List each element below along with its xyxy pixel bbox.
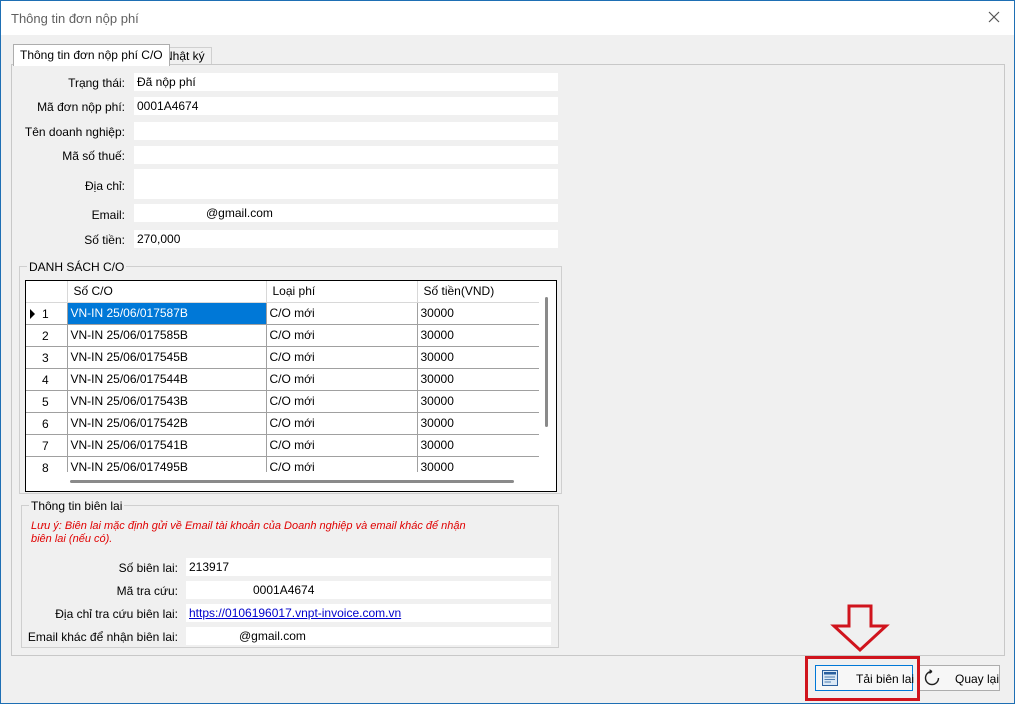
horizontal-scrollbar[interactable] [26, 472, 556, 491]
company-field[interactable] [134, 122, 558, 140]
email-label: Email: [91, 208, 125, 222]
row-header[interactable]: 3 [26, 346, 68, 369]
lookup-code-label: Mã tra cứu: [116, 584, 178, 598]
code-field[interactable]: 0001A4674 [134, 97, 558, 115]
other-email-field[interactable]: @gmail.com [186, 627, 551, 645]
cell-so-tien[interactable]: 30000 [417, 412, 540, 435]
cell-so-co[interactable]: VN-IN 25/06/017585B [67, 324, 267, 347]
receipt-note: Lưu ý: Biên lai mặc định gửi về Email tà… [31, 520, 466, 545]
column-header-loai-phi[interactable]: Loại phí [266, 281, 418, 303]
dialog-window: Thông tin đơn nộp phí Thông tin đơn nộp … [0, 0, 1015, 704]
tax-field[interactable] [134, 146, 558, 164]
amount-label: Số tiền: [84, 233, 125, 247]
column-header-so-co[interactable]: Số C/O [67, 281, 267, 303]
cell-so-co[interactable]: VN-IN 25/06/017541B [67, 434, 267, 457]
code-label: Mã đơn nộp phí: [37, 100, 125, 114]
table-row[interactable]: 2 VN-IN 25/06/017585B C/O mới 30000 [26, 324, 540, 347]
cell-so-tien[interactable]: 30000 [417, 390, 540, 413]
row-header[interactable]: 4 [26, 368, 68, 391]
refresh-icon [924, 669, 940, 686]
tax-label: Mã số thuế: [62, 149, 125, 163]
table-row[interactable]: 5 VN-IN 25/06/017543B C/O mới 30000 [26, 390, 540, 413]
cell-so-tien[interactable]: 30000 [417, 434, 540, 457]
lookup-code-field[interactable]: 0001A4674 [186, 581, 551, 599]
row-header[interactable]: 2 [26, 324, 68, 347]
horizontal-scroll-thumb[interactable] [70, 480, 514, 483]
cell-so-co[interactable]: VN-IN 25/06/017545B [67, 346, 267, 369]
vertical-scrollbar[interactable] [539, 281, 556, 472]
back-label: Quay lại [955, 672, 1000, 686]
cell-loai-phi[interactable]: C/O mới [266, 434, 418, 457]
title-bar: Thông tin đơn nộp phí [1, 1, 1014, 35]
highlight-box [805, 656, 920, 701]
table-row[interactable]: 7 VN-IN 25/06/017541B C/O mới 30000 [26, 434, 540, 457]
receipt-number-field[interactable]: 213917 [186, 558, 551, 576]
cell-so-tien[interactable]: 30000 [417, 324, 540, 347]
email-field[interactable]: @gmail.com [134, 204, 558, 222]
column-header-so-tien[interactable]: Số tiền(VND) [417, 281, 540, 303]
cell-loai-phi[interactable]: C/O mới [266, 368, 418, 391]
current-row-icon [30, 308, 35, 319]
row-header[interactable]: 6 [26, 412, 68, 435]
table-row[interactable]: 1 VN-IN 25/06/017587B C/O mới 30000 [26, 302, 540, 325]
co-list-title: DANH SÁCH C/O [27, 260, 127, 274]
status-label: Trạng thái: [68, 76, 125, 90]
company-label: Tên doanh nghiệp: [24, 125, 125, 139]
cell-loai-phi[interactable]: C/O mới [266, 390, 418, 413]
address-field[interactable] [134, 169, 558, 199]
vertical-scroll-thumb[interactable] [545, 297, 548, 427]
row-header[interactable]: 5 [26, 390, 68, 413]
cell-so-tien[interactable]: 30000 [417, 302, 540, 325]
window-title: Thông tin đơn nộp phí [11, 11, 139, 26]
lookup-url-field[interactable]: https://0106196017.vnpt-invoice.com.vn [186, 604, 551, 622]
receipt-number-label: Số biên lai: [118, 561, 178, 575]
cell-loai-phi[interactable]: C/O mới [266, 302, 418, 325]
down-arrow-icon [830, 604, 890, 653]
cell-so-co[interactable]: VN-IN 25/06/017543B [67, 390, 267, 413]
tab-fee-info[interactable]: Thông tin đơn nộp phí C/O [13, 44, 170, 66]
back-button[interactable]: Quay lại [918, 665, 1000, 691]
cell-so-co[interactable]: VN-IN 25/06/017542B [67, 412, 267, 435]
status-field[interactable]: Đã nộp phí [134, 73, 558, 91]
row-header[interactable]: 7 [26, 434, 68, 457]
close-icon [988, 11, 1000, 23]
table-row[interactable]: 6 VN-IN 25/06/017542B C/O mới 30000 [26, 412, 540, 435]
other-email-label: Email khác để nhận biên lai: [27, 630, 178, 644]
amount-field[interactable]: 270,000 [134, 230, 558, 248]
lookup-url-label: Địa chỉ tra cứu biên lai: [55, 607, 178, 621]
cell-so-tien[interactable]: 30000 [417, 346, 540, 369]
cell-so-co[interactable]: VN-IN 25/06/017544B [67, 368, 267, 391]
receipt-title: Thông tin biên lai [29, 499, 125, 513]
co-data-grid[interactable]: Số C/O Loại phí Số tiền(VND) 1 VN-IN 25/… [25, 280, 557, 492]
cell-so-co[interactable]: VN-IN 25/06/017587B [67, 302, 267, 325]
address-label: Địa chỉ: [84, 179, 125, 193]
table-row[interactable]: 4 VN-IN 25/06/017544B C/O mới 30000 [26, 368, 540, 391]
cell-so-tien[interactable]: 30000 [417, 368, 540, 391]
cell-loai-phi[interactable]: C/O mới [266, 412, 418, 435]
cell-loai-phi[interactable]: C/O mới [266, 324, 418, 347]
table-row[interactable]: 3 VN-IN 25/06/017545B C/O mới 30000 [26, 346, 540, 369]
grid-corner-header [26, 281, 68, 303]
cell-loai-phi[interactable]: C/O mới [266, 346, 418, 369]
lookup-url-link[interactable]: https://0106196017.vnpt-invoice.com.vn [189, 606, 401, 620]
row-header[interactable]: 1 [26, 302, 68, 325]
close-button[interactable] [984, 7, 1004, 27]
